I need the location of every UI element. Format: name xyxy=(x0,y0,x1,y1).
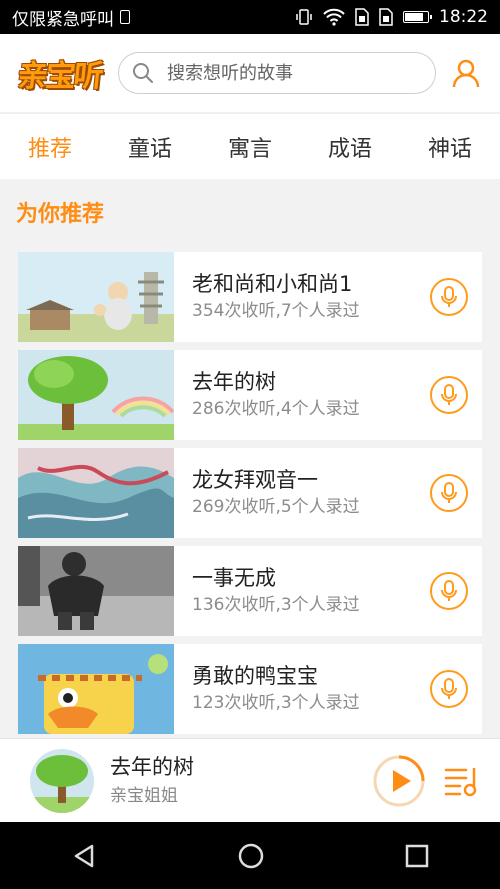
now-playing-narrator: 亲宝姐姐 xyxy=(110,785,178,806)
story-thumbnail xyxy=(18,546,174,636)
search-input[interactable] xyxy=(165,61,423,85)
search-box[interactable] xyxy=(118,52,436,94)
tab-fables[interactable]: 寓言 xyxy=(228,131,272,163)
sim-icon xyxy=(120,10,130,24)
mini-player[interactable]: 去年的树 亲宝姐姐 xyxy=(0,738,500,822)
story-item[interactable]: 老和尚和小和尚1 354次收听,7个人录过 xyxy=(18,252,482,342)
record-button[interactable] xyxy=(430,376,468,414)
tab-fairy-tales[interactable]: 童话 xyxy=(128,131,172,163)
playlist-icon[interactable] xyxy=(444,764,480,798)
story-item[interactable]: 去年的树 286次收听,4个人录过 xyxy=(18,350,482,440)
microphone-icon xyxy=(441,384,457,405)
back-icon[interactable] xyxy=(70,842,98,870)
story-meta: 136次收听,3个人录过 xyxy=(192,595,360,615)
story-list: 老和尚和小和尚1 354次收听,7个人录过 去年的树 286次收听,4个人录过 … xyxy=(18,252,482,742)
battery-charging-icon xyxy=(403,11,432,23)
story-title: 龙女拜观音一 xyxy=(192,468,318,492)
carrier-text: 仅限紧急呼叫 xyxy=(12,9,114,30)
story-thumbnail xyxy=(18,350,174,440)
microphone-icon xyxy=(441,580,457,601)
header: 亲宝听 xyxy=(0,34,500,112)
story-item[interactable]: 一事无成 136次收听,3个人录过 xyxy=(18,546,482,636)
user-button[interactable] xyxy=(450,57,482,89)
tab-idioms[interactable]: 成语 xyxy=(328,131,372,163)
microphone-icon xyxy=(441,286,457,307)
home-icon[interactable] xyxy=(237,842,265,870)
record-button[interactable] xyxy=(430,278,468,316)
story-item[interactable]: 龙女拜观音一 269次收听,5个人录过 xyxy=(18,448,482,538)
story-meta: 354次收听,7个人录过 xyxy=(192,301,360,321)
category-tabs: 推荐 童话 寓言 成语 神话 xyxy=(0,113,500,179)
play-button[interactable] xyxy=(372,754,426,808)
now-playing-cover[interactable] xyxy=(30,748,94,813)
microphone-icon xyxy=(441,678,457,699)
sim1-icon xyxy=(355,8,369,26)
section-title: 为你推荐 xyxy=(16,202,105,227)
record-button[interactable] xyxy=(430,572,468,610)
tab-recommend[interactable]: 推荐 xyxy=(28,131,72,163)
now-playing-title: 去年的树 xyxy=(110,754,194,779)
story-thumbnail xyxy=(18,644,174,734)
story-item[interactable]: 勇敢的鸭宝宝 123次收听,3个人录过 xyxy=(18,644,482,734)
story-meta: 123次收听,3个人录过 xyxy=(192,693,360,713)
tab-myths[interactable]: 神话 xyxy=(428,131,472,163)
user-icon xyxy=(452,59,480,88)
story-title: 老和尚和小和尚1 xyxy=(192,272,353,296)
microphone-icon xyxy=(441,482,457,503)
system-nav-bar xyxy=(0,822,500,889)
record-button[interactable] xyxy=(430,474,468,512)
vibrate-icon xyxy=(296,9,312,25)
status-time: 18:22 xyxy=(439,7,488,27)
story-meta: 269次收听,5个人录过 xyxy=(192,497,360,517)
story-thumbnail xyxy=(18,448,174,538)
recents-icon[interactable] xyxy=(404,843,430,869)
status-bar: 仅限紧急呼叫 18:22 xyxy=(0,0,500,34)
story-meta: 286次收听,4个人录过 xyxy=(192,399,360,419)
search-icon xyxy=(133,63,153,83)
story-title: 勇敢的鸭宝宝 xyxy=(192,664,318,688)
app-logo[interactable]: 亲宝听 xyxy=(16,51,105,95)
story-thumbnail xyxy=(18,252,174,342)
story-title: 去年的树 xyxy=(192,370,276,394)
wifi-icon xyxy=(323,8,345,26)
sim2-icon xyxy=(379,8,393,26)
story-title: 一事无成 xyxy=(192,566,276,590)
record-button[interactable] xyxy=(430,670,468,708)
